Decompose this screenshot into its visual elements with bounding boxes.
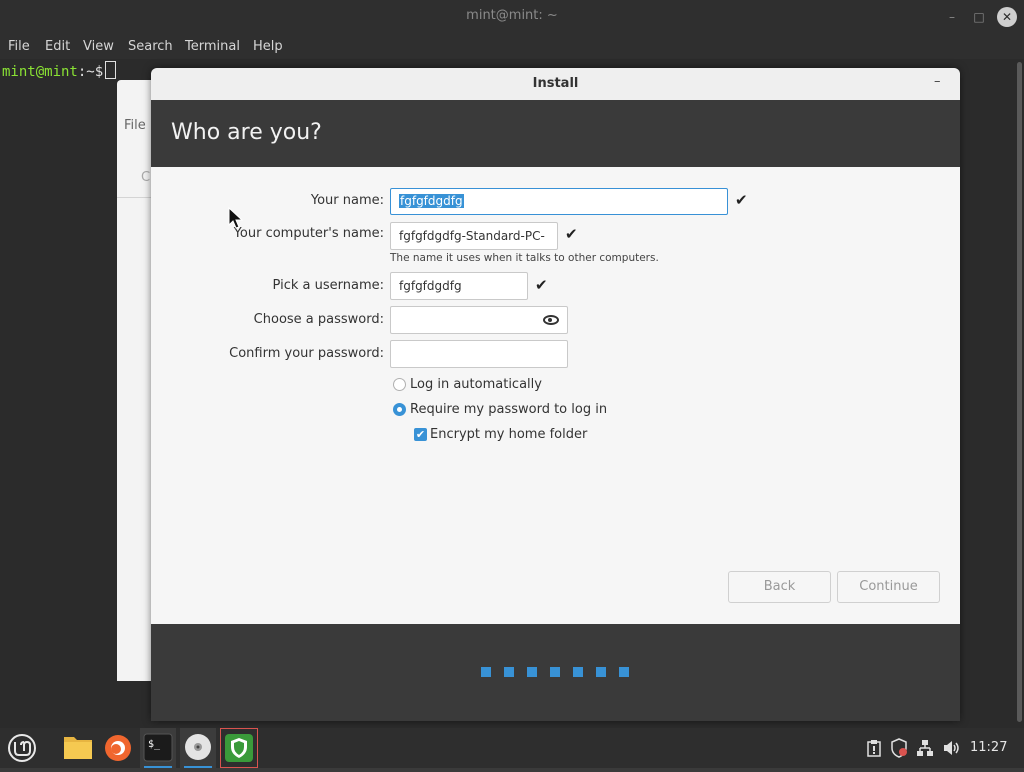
login-auto-label[interactable]: Log in automatically bbox=[410, 377, 542, 392]
continue-button[interactable]: Continue bbox=[837, 571, 940, 603]
login-auto-radio[interactable] bbox=[393, 378, 406, 391]
terminal-launcher[interactable]: $_ bbox=[140, 728, 176, 768]
disc-icon bbox=[185, 734, 211, 760]
close-button[interactable]: ✕ bbox=[997, 7, 1017, 27]
username-label: Pick a username: bbox=[272, 278, 384, 293]
background-menu-file[interactable]: File bbox=[124, 118, 146, 133]
require-password-label[interactable]: Require my password to log in bbox=[410, 402, 607, 417]
progress-step bbox=[527, 667, 537, 677]
progress-step bbox=[504, 667, 514, 677]
progress-step bbox=[550, 667, 560, 677]
encrypt-home-checkbox[interactable]: ✔ bbox=[414, 428, 427, 441]
update-manager-launcher[interactable] bbox=[220, 728, 258, 768]
maximize-button[interactable]: □ bbox=[970, 8, 988, 26]
start-menu-button[interactable] bbox=[2, 728, 38, 768]
computer-name-hint: The name it uses when it talks to other … bbox=[390, 252, 659, 264]
require-password-radio[interactable] bbox=[393, 403, 406, 416]
username-check-icon: ✔ bbox=[535, 276, 548, 294]
firefox-icon bbox=[105, 735, 131, 761]
terminal-prompt[interactable]: mint@mint:~$ bbox=[2, 61, 117, 80]
scrollbar-thumb[interactable] bbox=[1017, 62, 1022, 722]
terminal-scrollbar[interactable] bbox=[1017, 62, 1022, 722]
encrypt-home-label[interactable]: Encrypt my home folder bbox=[430, 427, 587, 442]
prompt-path: :~$ bbox=[77, 64, 104, 80]
installer-title: Install bbox=[532, 76, 579, 91]
prompt-user: mint@mint bbox=[2, 64, 78, 80]
menu-file[interactable]: File bbox=[8, 39, 30, 54]
progress-step bbox=[573, 667, 583, 677]
menu-view[interactable]: View bbox=[83, 39, 114, 54]
files-launcher[interactable] bbox=[60, 728, 96, 768]
page-title: Who are you? bbox=[171, 120, 322, 145]
progress-step bbox=[481, 667, 491, 677]
your-name-label: Your name: bbox=[310, 193, 384, 208]
mint-logo-icon bbox=[8, 734, 36, 762]
terminal-titlebar: mint@mint: ~ – □ ✕ bbox=[0, 0, 1024, 33]
svg-text:$_: $_ bbox=[148, 739, 161, 750]
terminal-cursor bbox=[105, 61, 117, 79]
terminal-menubar: File Edit View Search Terminal Help bbox=[0, 33, 1024, 59]
computer-name-check-icon: ✔ bbox=[565, 225, 578, 243]
shield-update-icon bbox=[225, 734, 253, 762]
back-button[interactable]: Back bbox=[728, 571, 831, 603]
folder-icon bbox=[64, 737, 92, 759]
installer-titlebar: Install – bbox=[151, 68, 960, 100]
computer-name-label: Your computer's name: bbox=[233, 226, 384, 241]
password-label: Choose a password: bbox=[253, 312, 384, 327]
your-name-value: fgfgfdgdfg bbox=[399, 194, 464, 208]
mouse-pointer-icon bbox=[228, 207, 244, 229]
installer-window: Install – Who are you? Your name: fgfgfd… bbox=[151, 68, 960, 721]
taskbar: $_ 11:27 bbox=[0, 728, 1024, 768]
progress-step bbox=[596, 667, 606, 677]
firefox-launcher[interactable] bbox=[100, 728, 136, 768]
show-password-icon[interactable] bbox=[543, 315, 559, 325]
installer-body: Your name: fgfgfdgdfg ✔ Your computer's … bbox=[151, 167, 960, 624]
username-input[interactable]: fgfgfdgdfg bbox=[390, 272, 528, 300]
menu-help[interactable]: Help bbox=[253, 39, 283, 54]
your-name-check-icon: ✔ bbox=[735, 191, 748, 209]
network-icon[interactable] bbox=[916, 739, 934, 757]
confirm-password-input[interactable] bbox=[390, 340, 568, 368]
progress-step bbox=[619, 667, 629, 677]
menu-search[interactable]: Search bbox=[128, 39, 173, 54]
background-partial-label: C bbox=[141, 170, 151, 185]
minimize-button[interactable]: – bbox=[943, 8, 961, 26]
clock[interactable]: 11:27 bbox=[970, 740, 1007, 755]
terminal-title: mint@mint: ~ bbox=[466, 8, 558, 23]
installer-launcher[interactable] bbox=[180, 728, 216, 768]
installer-minimize-button[interactable]: – bbox=[934, 74, 941, 89]
computer-name-input[interactable]: fgfgfdgdfg-Standard-PC- bbox=[390, 222, 558, 250]
shield-icon[interactable] bbox=[890, 738, 908, 758]
terminal-icon: $_ bbox=[143, 733, 173, 762]
volume-icon[interactable] bbox=[942, 739, 960, 757]
installer-header: Who are you? bbox=[151, 100, 960, 167]
menu-terminal[interactable]: Terminal bbox=[185, 39, 240, 54]
installer-footer bbox=[151, 624, 960, 721]
clipboard-icon[interactable] bbox=[866, 739, 882, 757]
confirm-password-label: Confirm your password: bbox=[229, 346, 384, 361]
password-input[interactable] bbox=[390, 306, 568, 334]
menu-edit[interactable]: Edit bbox=[45, 39, 70, 54]
your-name-input[interactable]: fgfgfdgdfg bbox=[390, 188, 728, 215]
